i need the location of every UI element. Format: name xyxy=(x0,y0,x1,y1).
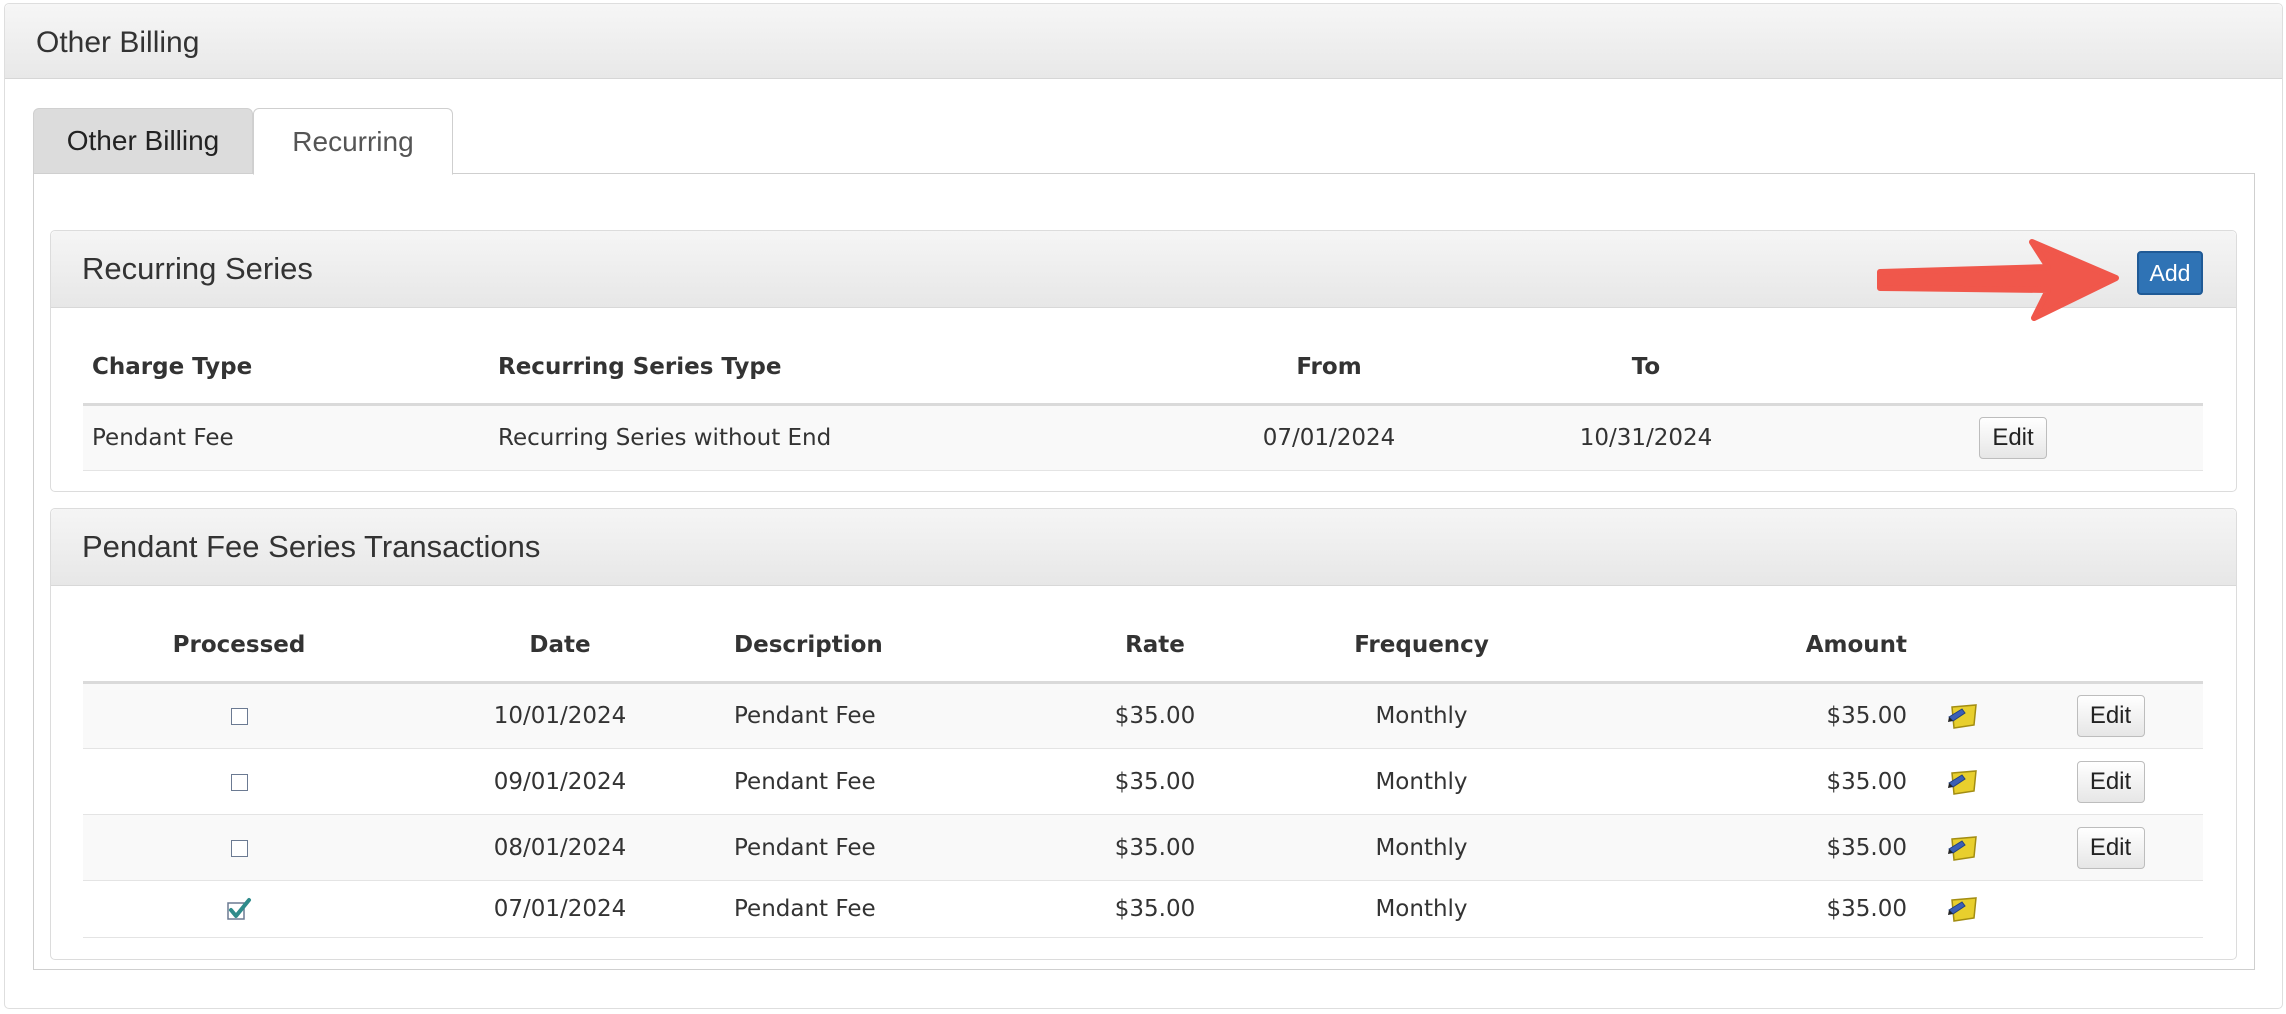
column-header-date: Date xyxy=(395,609,725,684)
column-header-frequency: Frequency xyxy=(1290,609,1553,684)
processed-cell xyxy=(83,880,395,938)
processed-checkbox[interactable] xyxy=(230,708,248,725)
note-pencil-icon[interactable] xyxy=(1946,767,1980,797)
column-header-processed: Processed xyxy=(83,609,395,684)
note-pencil-icon[interactable] xyxy=(1946,833,1980,863)
table-row[interactable]: 07/01/2024 Pendant Fee $35.00 Monthly $35.00 xyxy=(83,880,2203,938)
processed-cell xyxy=(83,814,395,881)
column-header-charge-type: Charge Type xyxy=(83,331,489,406)
from-date-cell: 07/01/2024 xyxy=(1189,404,1469,471)
annotation-arrow-icon xyxy=(1877,239,2119,321)
description-cell: Pendant Fee xyxy=(725,748,1020,815)
frequency-cell: Monthly xyxy=(1290,748,1553,815)
transactions-header: Pendant Fee Series Transactions xyxy=(51,509,2236,586)
amount-cell: $35.00 xyxy=(1553,748,1908,815)
recurring-series-table: Charge Type Recurring Series Type From T… xyxy=(83,331,2203,471)
to-date-cell: 10/31/2024 xyxy=(1469,404,1823,471)
processed-checkbox-checked[interactable] xyxy=(226,896,252,922)
frequency-cell: Monthly xyxy=(1290,880,1553,938)
series-type-cell: Recurring Series without End xyxy=(489,404,1189,471)
processed-cell xyxy=(83,682,395,749)
add-button[interactable]: Add xyxy=(2137,251,2203,295)
note-cell xyxy=(1908,682,2018,749)
actions-cell: Edit xyxy=(2018,682,2203,749)
description-cell: Pendant Fee xyxy=(725,880,1020,938)
column-header-actions xyxy=(1823,331,2203,406)
transactions-panel: Pendant Fee Series Transactions Processe… xyxy=(50,508,2237,960)
frequency-cell: Monthly xyxy=(1290,814,1553,881)
note-cell xyxy=(1908,748,2018,815)
table-header-row: Processed Date Description Rate Frequenc… xyxy=(83,609,2203,684)
column-header-series-type: Recurring Series Type xyxy=(489,331,1189,406)
page-title: Other Billing xyxy=(36,26,200,59)
recurring-series-title: Recurring Series xyxy=(82,251,313,286)
processed-checkbox[interactable] xyxy=(230,773,248,791)
column-header-note xyxy=(1908,609,2018,684)
actions-cell: Edit xyxy=(2018,748,2203,815)
rate-cell: $35.00 xyxy=(1020,880,1290,938)
column-header-rate: Rate xyxy=(1020,609,1290,684)
actions-cell: Edit xyxy=(2018,814,2203,881)
date-cell: 08/01/2024 xyxy=(395,814,725,881)
date-cell: 09/01/2024 xyxy=(395,748,725,815)
tab-other-billing[interactable]: Other Billing xyxy=(33,108,253,174)
description-cell: Pendant Fee xyxy=(725,814,1020,881)
processed-checkbox[interactable] xyxy=(230,839,248,857)
edit-transaction-button[interactable]: Edit xyxy=(2076,826,2145,869)
page-header: Other Billing xyxy=(5,4,2282,79)
table-row[interactable]: 08/01/2024 Pendant Fee $35.00 Monthly $35.00… xyxy=(83,814,2203,881)
note-pencil-icon[interactable] xyxy=(1946,894,1980,924)
table-row[interactable]: Pendant Fee Recurring Series without End… xyxy=(83,404,2203,471)
edit-transaction-button[interactable]: Edit xyxy=(2076,695,2145,737)
rate-cell: $35.00 xyxy=(1020,748,1290,815)
rate-cell: $35.00 xyxy=(1020,814,1290,881)
frequency-cell: Monthly xyxy=(1290,682,1553,749)
charge-type-cell: Pendant Fee xyxy=(83,404,489,471)
note-cell xyxy=(1908,880,2018,938)
column-header-actions xyxy=(2018,609,2203,684)
amount-cell: $35.00 xyxy=(1553,880,1908,938)
note-pencil-icon[interactable] xyxy=(1946,701,1980,731)
processed-cell xyxy=(83,748,395,815)
table-header-row: Charge Type Recurring Series Type From T… xyxy=(83,331,2203,406)
note-cell xyxy=(1908,814,2018,881)
date-cell: 10/01/2024 xyxy=(395,682,725,749)
column-header-to: To xyxy=(1469,331,1823,406)
edit-transaction-button[interactable]: Edit xyxy=(2076,760,2145,803)
description-cell: Pendant Fee xyxy=(725,682,1020,749)
column-header-description: Description xyxy=(725,609,1020,684)
date-cell: 07/01/2024 xyxy=(395,880,725,938)
tab-recurring[interactable]: Recurring xyxy=(253,108,453,175)
table-row[interactable]: 09/01/2024 Pendant Fee $35.00 Monthly $35.00… xyxy=(83,748,2203,815)
transactions-table: Processed Date Description Rate Frequenc… xyxy=(83,609,2203,938)
column-header-from: From xyxy=(1189,331,1469,406)
table-row[interactable]: 10/01/2024 Pendant Fee $35.00 Monthly $35.00… xyxy=(83,682,2203,749)
transactions-title: Pendant Fee Series Transactions xyxy=(82,529,541,564)
column-header-amount: Amount xyxy=(1553,609,1908,684)
actions-cell: Edit xyxy=(1823,404,2203,471)
edit-series-button[interactable]: Edit xyxy=(1979,417,2047,459)
actions-cell xyxy=(2018,880,2203,938)
rate-cell: $35.00 xyxy=(1020,682,1290,749)
amount-cell: $35.00 xyxy=(1553,682,1908,749)
amount-cell: $35.00 xyxy=(1553,814,1908,881)
